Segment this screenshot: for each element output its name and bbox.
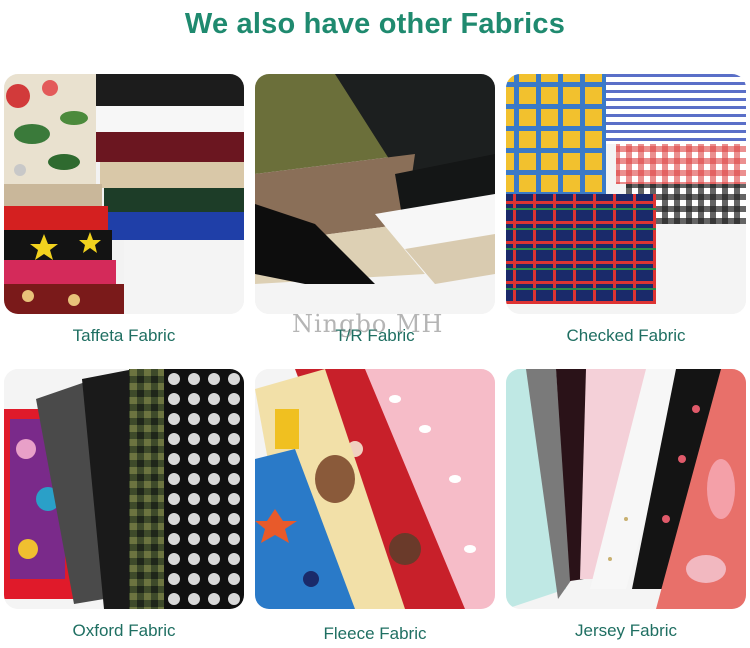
fleece-fabric-label: Fleece Fabric [323, 624, 427, 643]
fleece-fabric-image[interactable] [255, 369, 495, 609]
taffeta-fabric-image[interactable] [4, 74, 244, 314]
fleece-fabric-photo [255, 369, 495, 609]
jersey-fabric-label: Jersey Fabric [574, 621, 678, 640]
checked-fabric-photo [506, 74, 746, 314]
taffeta-fabric-photo [4, 74, 244, 314]
jersey-fabric-image[interactable] [506, 369, 746, 609]
tr-fabric-photo [255, 74, 495, 314]
checked-fabric-image[interactable] [506, 74, 746, 314]
page-title: We also have other Fabrics [184, 8, 566, 40]
watermark-text: Ningbo MH [292, 310, 444, 338]
oxford-fabric-photo [4, 369, 244, 609]
checked-fabric-label: Checked Fabric [566, 326, 686, 345]
jersey-fabric-photo [506, 369, 746, 609]
tr-fabric-image[interactable] [255, 74, 495, 314]
oxford-fabric-image[interactable] [4, 369, 244, 609]
taffeta-fabric-label: Taffeta Fabric [72, 326, 176, 345]
oxford-fabric-label: Oxford Fabric [72, 621, 176, 640]
